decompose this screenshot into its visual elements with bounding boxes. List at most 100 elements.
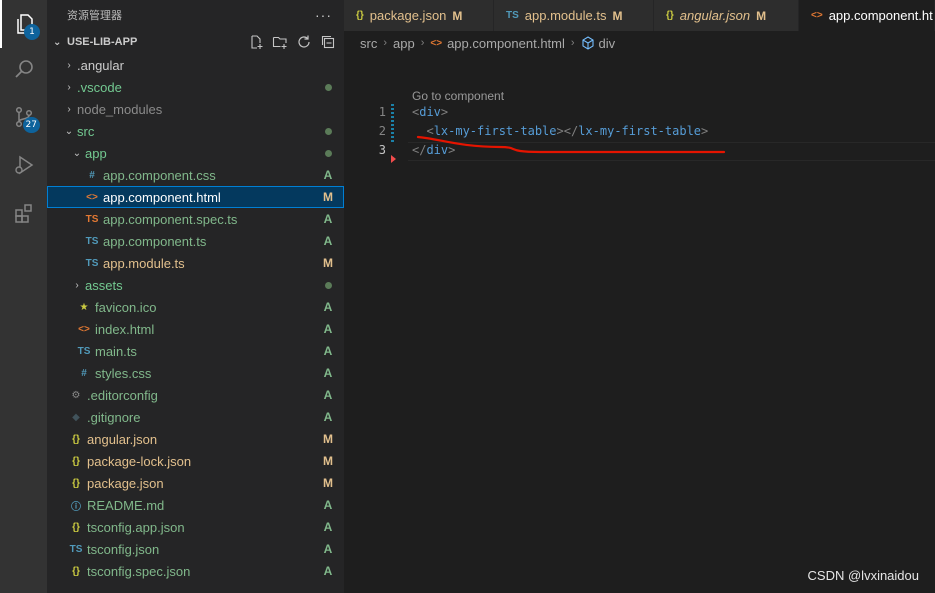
git-status-badge: A [323,212,333,226]
extensions-icon [14,204,32,223]
file-type-icon: ⓘ [71,501,81,513]
tab-modified-badge: M [756,8,767,23]
file-item[interactable]: {} angular.json M [47,428,344,450]
chevron-right-icon: › [75,279,79,291]
tree-item-label: tsconfig.app.json [87,519,185,535]
refresh-button[interactable] [296,34,312,50]
folder-item[interactable]: › assets [47,274,344,296]
tree-item-label: styles.css [95,365,152,381]
explorer-sidebar: 资源管理器 ··· ⌄ USE-LIB-APP › .angular › .vscod… [47,0,344,593]
file-item[interactable]: ⓘ README.md A [47,494,344,516]
folder-item[interactable]: ⌄ app [47,142,344,164]
tree-item-label: app.component.html [103,189,221,205]
watermark: CSDN @lvxinaidou [807,568,919,583]
changes-dot-icon [318,80,338,94]
file-item[interactable]: ★ favicon.ico A [47,296,344,318]
file-item[interactable]: TS app.module.ts M [47,252,344,274]
folder-item[interactable]: › .vscode [47,76,344,98]
file-item[interactable]: {} package.json M [47,472,344,494]
editor-tab[interactable]: TS app.module.ts M [494,0,654,31]
file-type-icon: TS [85,235,99,247]
editor-tab[interactable]: <> app.component.ht [799,0,935,31]
tab-label: app.component.ht [828,8,933,23]
element-icon [581,36,594,50]
git-status-badge: A [323,520,333,534]
file-type-icon: TS [77,345,91,357]
explorer-header: 资源管理器 ··· [47,0,344,30]
git-status-badge: A [323,410,333,424]
code-editor[interactable]: Go to component 1 2 3 <div> <lx-my-first… [344,55,935,593]
line-number: 1 [378,105,386,119]
file-item[interactable]: TS main.ts A [47,340,344,362]
breadcrumb-item[interactable]: app.component.html [447,36,565,51]
tree-item-label: assets [85,277,123,293]
refresh-icon [298,35,310,48]
breadcrumb: src › app › <> app.component.html › div [344,31,935,55]
tab-modified-badge: M [452,8,463,23]
tag-bracket: > [440,105,449,119]
new-folder-button[interactable] [272,34,288,50]
file-type-icon: TS [506,10,519,21]
file-type-icon: ◆ [72,411,80,423]
breadcrumb-item[interactable]: app [393,36,415,51]
project-header[interactable]: ⌄ USE-LIB-APP [47,30,344,54]
file-item[interactable]: # app.component.css A [47,164,344,186]
collapse-all-button[interactable] [320,34,336,50]
git-status-badge: M [323,454,333,468]
file-type-icon: <> [811,10,823,21]
run-debug-button[interactable] [0,141,47,189]
tree-item-label: tsconfig.spec.json [87,563,191,579]
file-item[interactable]: TS app.component.spec.ts A [47,208,344,230]
changes-dot-icon [318,278,338,292]
file-type-icon: ⚙ [71,389,81,401]
chevron-right-icon: › [383,37,388,49]
tree-item-label: app [85,145,107,161]
tab-modified-badge: M [612,8,623,23]
file-item[interactable]: {} tsconfig.spec.json A [47,560,344,582]
git-status-badge: M [323,476,333,490]
tree-item-label: app.component.spec.ts [103,211,238,227]
folder-item[interactable]: ⌄ src [47,120,344,142]
file-item[interactable]: # styles.css A [47,362,344,384]
breadcrumb-item[interactable]: src [360,36,377,51]
git-status-badge: M [323,256,333,270]
git-status-badge: A [323,542,333,556]
git-status-badge: A [323,564,333,578]
search-button[interactable] [0,45,47,93]
file-item[interactable]: {} package-lock.json M [47,450,344,472]
file-item[interactable]: <> index.html A [47,318,344,340]
tab-label: app.module.ts [524,8,607,23]
tree-item-label: index.html [95,321,155,337]
folder-item[interactable]: › .angular [47,54,344,76]
file-item[interactable]: ◆ .gitignore A [47,406,344,428]
folder-item[interactable]: › node_modules [47,98,344,120]
file-type-icon: {} [356,10,364,21]
file-type-icon: {} [72,521,80,533]
file-item[interactable]: TS tsconfig.json A [47,538,344,560]
explorer-badge: 1 [24,24,40,40]
file-type-icon: {} [666,10,674,21]
file-item[interactable]: {} tsconfig.app.json A [47,516,344,538]
tree-item-label: README.md [87,497,165,513]
file-item[interactable]: <> app.component.html M [47,186,344,208]
tree-item-label: package-lock.json [87,453,192,469]
file-item[interactable]: ⚙ .editorconfig A [47,384,344,406]
more-actions-button[interactable]: ··· [315,7,332,23]
new-file-button[interactable] [248,34,264,50]
line-number: 2 [378,124,386,138]
tree-item-label: .editorconfig [87,387,158,403]
breadcrumb-item[interactable]: div [599,36,616,51]
source-control-button[interactable]: 27 [0,93,47,141]
tree-item-label: main.ts [95,343,137,359]
editor-tab[interactable]: {} angular.json M [654,0,799,31]
explorer-button[interactable]: 1 [0,0,47,48]
extensions-button[interactable] [0,189,47,237]
deleted-line-marker [391,155,396,163]
tree-item-label: src [77,123,95,139]
line-number: 3 [378,143,386,157]
chevron-right-icon: › [67,81,71,93]
file-type-icon: ★ [79,301,89,313]
editor-tab[interactable]: {} package.json M [344,0,494,31]
file-item[interactable]: TS app.component.ts A [47,230,344,252]
codelens-go-to-component[interactable]: Go to component [412,89,504,103]
